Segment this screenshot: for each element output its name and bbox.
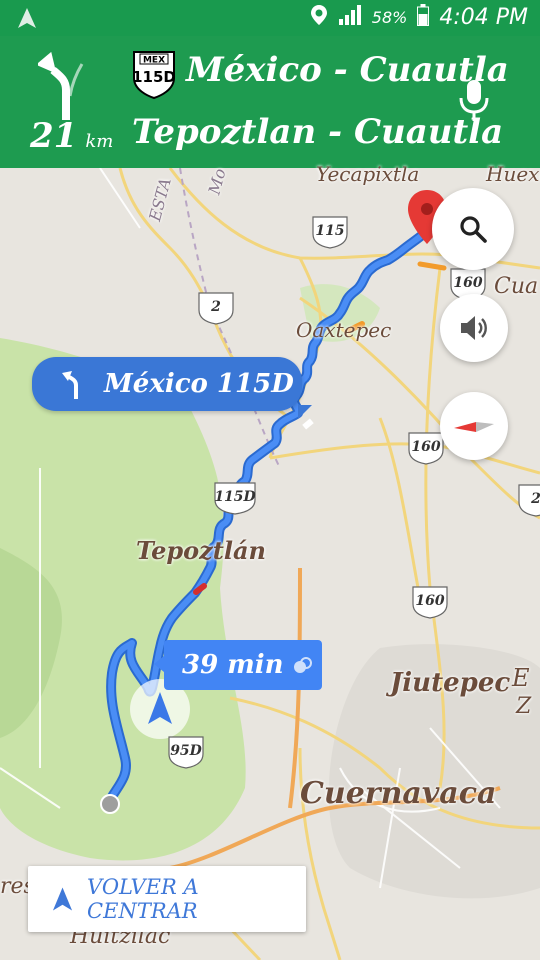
clock: 4:04 PM (439, 4, 528, 30)
place-oaxtepec: Oaxtepec (296, 318, 392, 342)
recenter-label: VOLVER A CENTRAR (87, 875, 199, 923)
place-yecapixtla: Yecapixtla (316, 162, 420, 186)
map-canvas[interactable]: Yecapixtla Huexc Cua Oaxtepec Tepoztlán … (0, 162, 540, 960)
distance-to-turn: 21 km (30, 116, 113, 156)
highway-shield-160-b: 160 (406, 430, 446, 466)
status-bar: 58% 4:04 PM (0, 0, 540, 36)
callout-tail (298, 405, 312, 419)
shield-label: 2 (211, 299, 221, 315)
callout-road-name: México 115D (104, 369, 294, 399)
distance-unit: km (85, 131, 114, 152)
battery-icon (417, 4, 430, 30)
highway-shield-2-b: 2 (516, 482, 540, 518)
origin-marker (100, 794, 120, 814)
shield-route-number: 115D (132, 68, 176, 86)
sound-button[interactable] (440, 294, 508, 362)
distance-value: 21 (30, 116, 78, 156)
volume-icon (461, 316, 487, 340)
eta-bubble[interactable]: 39 min (154, 640, 322, 690)
next-turn-callout[interactable]: México 115D (32, 357, 312, 419)
place-cuernavaca: Cuernavaca (300, 776, 497, 811)
turn-left-arrow-icon (35, 50, 84, 125)
shield-label: 115 (315, 223, 345, 239)
recenter-button[interactable]: VOLVER A CENTRAR (28, 866, 306, 932)
highway-shield-95d: 95D (166, 734, 206, 770)
compass-icon (454, 422, 494, 432)
shield-label: 115D (214, 489, 256, 505)
highway-shield-2: 2 (196, 290, 236, 326)
place-z-partial: Z (516, 694, 532, 719)
shield-label: 160 (415, 593, 445, 609)
place-cuautla: Cua (494, 274, 539, 299)
navigation-arrow-icon (52, 887, 73, 911)
eta-tail (154, 656, 164, 672)
location-icon (310, 4, 328, 30)
place-jiutepec: Jiutepec (390, 668, 511, 698)
navigation-header[interactable]: 21 km MEX 115D México - Cuautla Tepoztla… (0, 36, 540, 168)
highway-shield-115d: 115D (212, 480, 258, 516)
shield-label: 95D (170, 743, 202, 759)
shield-mex-label: MEX (143, 56, 165, 66)
status-right: 58% 4:04 PM (310, 4, 528, 30)
shield-label: 2 (531, 491, 540, 507)
mex-highway-shield-icon: MEX 115D (130, 48, 178, 105)
search-button[interactable] (432, 188, 514, 270)
battery-percent: 58% (371, 7, 408, 27)
alternate-route-icon (293, 657, 312, 673)
signal-icon (338, 5, 362, 29)
shield-label: 160 (411, 439, 441, 455)
secondary-road-name: Tepoztlan - Cuautla (132, 112, 504, 152)
place-tepoztlan: Tepoztlán (136, 536, 266, 565)
highway-shield-115: 115 (310, 214, 350, 250)
microphone-icon[interactable] (456, 78, 492, 129)
eta-text: 39 min (182, 650, 284, 680)
navigation-notification-icon (16, 7, 38, 34)
compass-button[interactable] (440, 392, 508, 460)
place-huexca: Huexc (486, 162, 540, 186)
place-e-partial: E (512, 664, 530, 692)
search-icon (460, 216, 487, 243)
highway-shield-160-c: 160 (410, 584, 450, 620)
turn-left-small-icon (62, 371, 78, 399)
